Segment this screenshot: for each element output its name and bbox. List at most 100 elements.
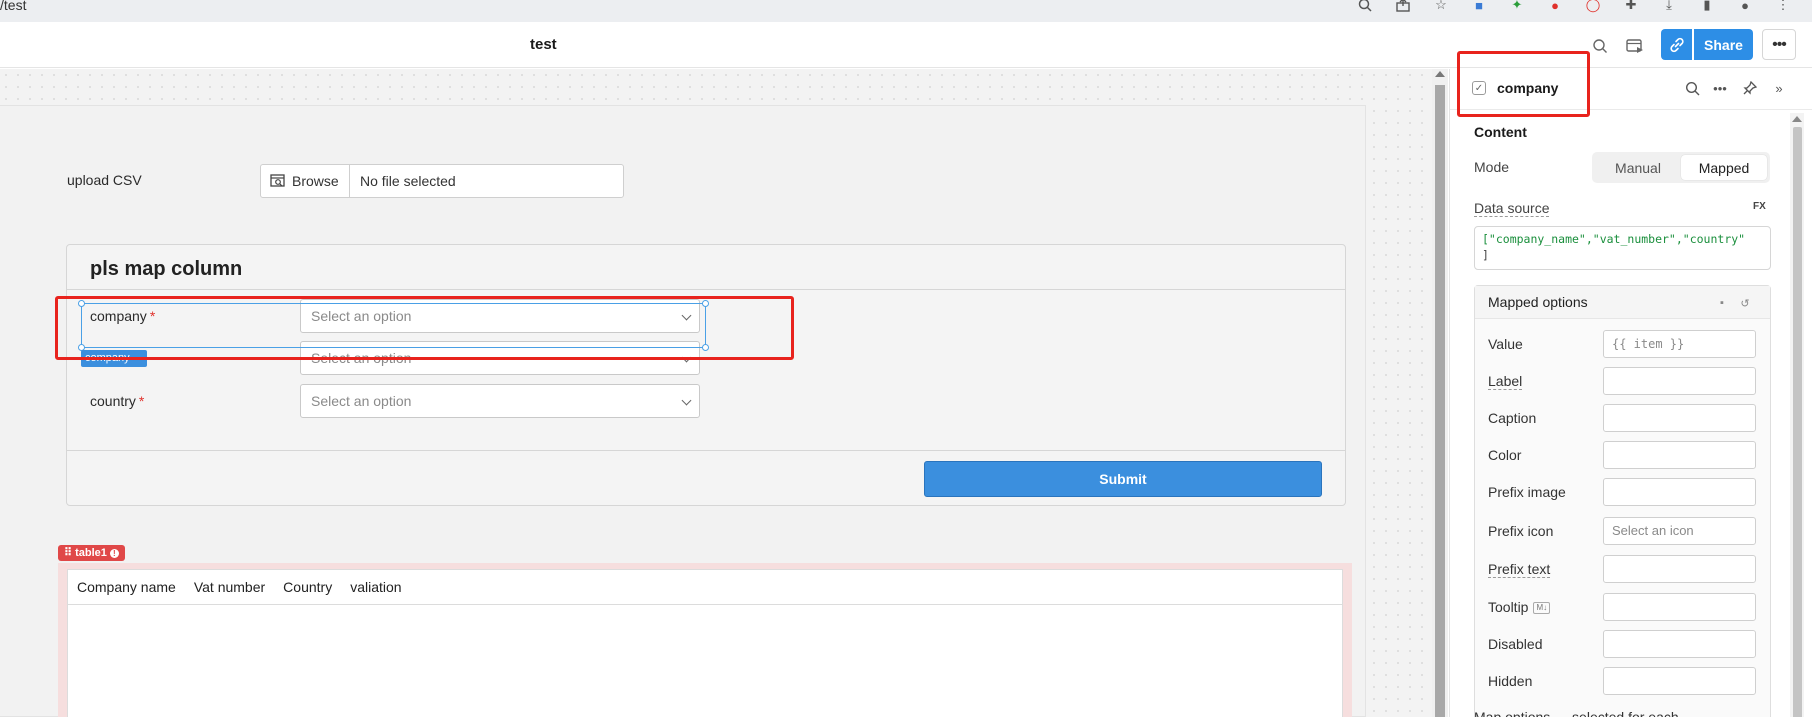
warning-icon: ! <box>109 548 119 558</box>
annotation-highlight <box>1457 51 1590 117</box>
option-label: Value <box>1488 336 1523 352</box>
option-row-prefix-text: Prefix text <box>1488 555 1758 583</box>
scroll-up-arrow-icon[interactable] <box>1435 71 1445 77</box>
share-page-icon[interactable] <box>1394 0 1412 12</box>
submit-button[interactable]: Submit <box>924 461 1322 497</box>
puzzle-icon[interactable]: ✚ <box>1622 0 1640 12</box>
option-row-label: Label <box>1488 367 1758 395</box>
drag-handle-icon[interactable]: ⠿ <box>64 545 72 561</box>
extension-green-icon[interactable]: ✦ <box>1508 0 1526 12</box>
extension-blue-icon[interactable]: ■ <box>1470 0 1488 13</box>
table-name-chip[interactable]: ⠿ table1 ! <box>58 545 125 561</box>
panel-scroll-thumb[interactable] <box>1793 127 1802 717</box>
mode-mapped-option[interactable]: Mapped <box>1681 155 1767 180</box>
link-icon <box>1669 37 1684 52</box>
browse-button[interactable]: Browse <box>261 165 350 197</box>
pin-icon[interactable] <box>1741 79 1759 97</box>
form-divider <box>67 289 1345 290</box>
browse-label: Browse <box>292 173 339 189</box>
code-line: ] <box>1482 248 1489 262</box>
option-label: Prefix icon <box>1488 523 1554 539</box>
url-text[interactable]: /test <box>0 0 26 12</box>
option-label: Caption <box>1488 410 1537 426</box>
download-icon[interactable]: ⤓ <box>1660 0 1678 12</box>
column-header[interactable]: Country <box>283 579 332 595</box>
option-label: Tooltip M↓ <box>1488 599 1551 615</box>
panel-scrollbar[interactable] <box>1790 113 1804 717</box>
mapped-options-header: Mapped options ▪ ↺ <box>1475 286 1770 319</box>
kebab-icon[interactable]: ⋮ <box>1774 0 1792 12</box>
collapse-panel-icon[interactable]: » <box>1770 79 1788 97</box>
file-name-text: No file selected <box>360 173 456 189</box>
country-select[interactable]: Select an option <box>300 384 700 418</box>
canvas-scrollbar[interactable] <box>1432 69 1448 717</box>
table-header: Company name Vat number Country valiatio… <box>68 570 1342 605</box>
markdown-icon: M↓ <box>1533 602 1551 615</box>
color-input[interactable] <box>1603 441 1756 469</box>
option-label: Prefix image <box>1488 484 1566 500</box>
caption-input[interactable] <box>1603 404 1756 432</box>
search-icon[interactable] <box>1589 35 1611 57</box>
column-header[interactable]: valiation <box>350 579 401 595</box>
annotation-highlight <box>55 296 794 360</box>
browser-icons: ☆ ■ ✦ ● ◯ ✚ ⤓ ▮ ● ⋮ <box>1356 0 1792 13</box>
search-icon[interactable] <box>1683 79 1701 97</box>
mapped-options-section: Mapped options ▪ ↺ Value {{ item }} Labe… <box>1474 285 1771 717</box>
sidebar-icon[interactable]: ▮ <box>1698 0 1716 12</box>
prefix-icon-select[interactable]: Select an icon <box>1603 517 1756 545</box>
page-title: test <box>530 36 557 53</box>
option-row-prefix-image: Prefix image <box>1488 478 1758 506</box>
inspector-panel: ✓ company ••• » Content Mode Manual Mapp… <box>1449 69 1812 717</box>
form-divider <box>67 450 1345 451</box>
hidden-input[interactable] <box>1603 667 1756 695</box>
profile-icon[interactable]: ● <box>1736 0 1754 13</box>
option-label: Label <box>1488 373 1523 390</box>
file-search-icon <box>270 174 285 187</box>
fx-toggle[interactable]: FX <box>1753 201 1766 212</box>
opera-icon[interactable]: ◯ <box>1584 0 1602 12</box>
browser-toolbar: /test ☆ ■ ✦ ● ◯ ✚ ⤓ ▮ ● ⋮ <box>0 0 1812 22</box>
prefix-text-input[interactable] <box>1603 555 1756 583</box>
required-marker: * <box>138 393 145 409</box>
pdf-extension-icon[interactable]: ● <box>1546 0 1564 13</box>
option-label: Color <box>1488 447 1522 463</box>
preview-icon[interactable] <box>1624 35 1646 57</box>
scroll-up-arrow-icon[interactable] <box>1792 116 1802 122</box>
share-button[interactable]: Share <box>1694 29 1753 60</box>
mapped-options-title: Mapped options <box>1488 294 1588 310</box>
data-source-label: Data source <box>1474 200 1550 217</box>
option-row-tooltip: Tooltip M↓ <box>1488 593 1758 621</box>
more-icon[interactable]: ••• <box>1711 79 1729 97</box>
form-title: pls map column <box>90 258 243 280</box>
prefix-image-input[interactable] <box>1603 478 1756 506</box>
chevron-down-icon <box>681 395 692 406</box>
mode-toggle: Manual Mapped <box>1592 152 1770 183</box>
reset-icon[interactable]: ↺ <box>1738 296 1752 310</box>
option-row-hidden: Hidden <box>1488 667 1758 695</box>
canvas-scroll-thumb[interactable] <box>1435 85 1445 717</box>
disabled-input[interactable] <box>1603 630 1756 658</box>
tooltip-input[interactable] <box>1603 593 1756 621</box>
data-source-editor[interactable]: ["company_name","vat_number","country" ] <box>1474 226 1771 270</box>
star-icon[interactable]: ☆ <box>1432 0 1450 12</box>
file-input[interactable]: Browse No file selected <box>260 164 624 198</box>
field-label-country: country * <box>90 393 145 409</box>
content-section-title: Content <box>1474 124 1527 140</box>
column-header[interactable]: Company name <box>77 579 176 595</box>
more-options-button[interactable]: ••• <box>1762 29 1796 60</box>
option-label: Prefix text <box>1488 561 1551 578</box>
docs-icon[interactable]: ▪ <box>1715 296 1729 310</box>
option-row-caption: Caption <box>1488 404 1758 432</box>
search-icon[interactable] <box>1356 0 1374 12</box>
label-input[interactable] <box>1603 367 1756 395</box>
mode-manual-option[interactable]: Manual <box>1595 155 1681 180</box>
column-header[interactable]: Vat number <box>194 579 265 595</box>
option-label: Hidden <box>1488 673 1533 689</box>
option-row-disabled: Disabled <box>1488 630 1758 658</box>
option-row-prefix-icon: Prefix icon Select an icon <box>1488 517 1758 545</box>
mapped-options-help-text: Map options … selected for each <box>1474 709 1679 717</box>
copy-link-button[interactable] <box>1661 29 1692 60</box>
value-input[interactable]: {{ item }} <box>1603 330 1756 358</box>
code-line: ["company_name","vat_number","country" <box>1482 232 1746 246</box>
data-table: Company name Vat number Country valiatio… <box>67 569 1343 717</box>
